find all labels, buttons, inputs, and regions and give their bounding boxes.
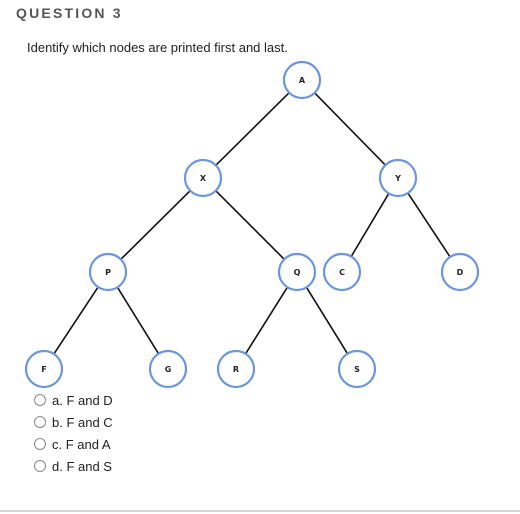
binary-tree-diagram: A X Y P Q C D F G R S <box>24 60 480 389</box>
tree-node-y: Y <box>378 158 418 198</box>
node-label: A <box>299 76 306 85</box>
option-d[interactable]: d. F and S <box>34 455 113 477</box>
option-c[interactable]: c. F and A <box>34 433 113 455</box>
edge-p-f <box>53 286 99 355</box>
tree-node-a: A <box>282 60 322 100</box>
edge-a-x <box>215 92 290 166</box>
edge-p-g <box>116 286 160 355</box>
node-label: Y <box>394 174 401 183</box>
edge-a-y <box>314 92 386 166</box>
node-label: G <box>165 365 172 374</box>
edge-x-q <box>215 190 285 260</box>
node-label: R <box>233 365 239 374</box>
radio-button[interactable] <box>34 438 46 450</box>
tree-node-f: F <box>24 349 64 389</box>
option-label: d. F and S <box>52 458 112 474</box>
tree-node-x: X <box>183 158 223 198</box>
edge-y-c <box>350 193 390 257</box>
node-label: C <box>339 268 345 277</box>
edge-q-s <box>305 286 349 355</box>
tree-node-d: D <box>440 252 480 292</box>
tree-node-c: C <box>322 252 362 292</box>
option-label: b. F and C <box>52 414 113 430</box>
answer-options: a. F and D b. F and C c. F and A d. F an… <box>34 389 113 477</box>
option-label: c. F and A <box>52 436 111 452</box>
tree-node-q: Q <box>277 252 317 292</box>
node-label: S <box>354 365 360 374</box>
node-label: D <box>457 268 464 277</box>
tree-node-g: G <box>148 349 188 389</box>
tree-node-p: P <box>88 252 128 292</box>
node-label: F <box>41 365 46 374</box>
node-label: Q <box>294 268 301 277</box>
node-label: P <box>105 268 111 277</box>
radio-button[interactable] <box>34 416 46 428</box>
edge-x-p <box>120 190 191 260</box>
tree-node-r: R <box>216 349 256 389</box>
node-label: X <box>200 174 207 183</box>
divider <box>0 510 520 512</box>
radio-button[interactable] <box>34 394 46 406</box>
option-a[interactable]: a. F and D <box>34 389 113 411</box>
radio-button[interactable] <box>34 460 46 472</box>
option-b[interactable]: b. F and C <box>34 411 113 433</box>
edge-y-d <box>407 192 451 258</box>
tree-node-s: S <box>337 349 377 389</box>
edge-q-r <box>244 286 289 355</box>
option-label: a. F and D <box>52 392 113 408</box>
